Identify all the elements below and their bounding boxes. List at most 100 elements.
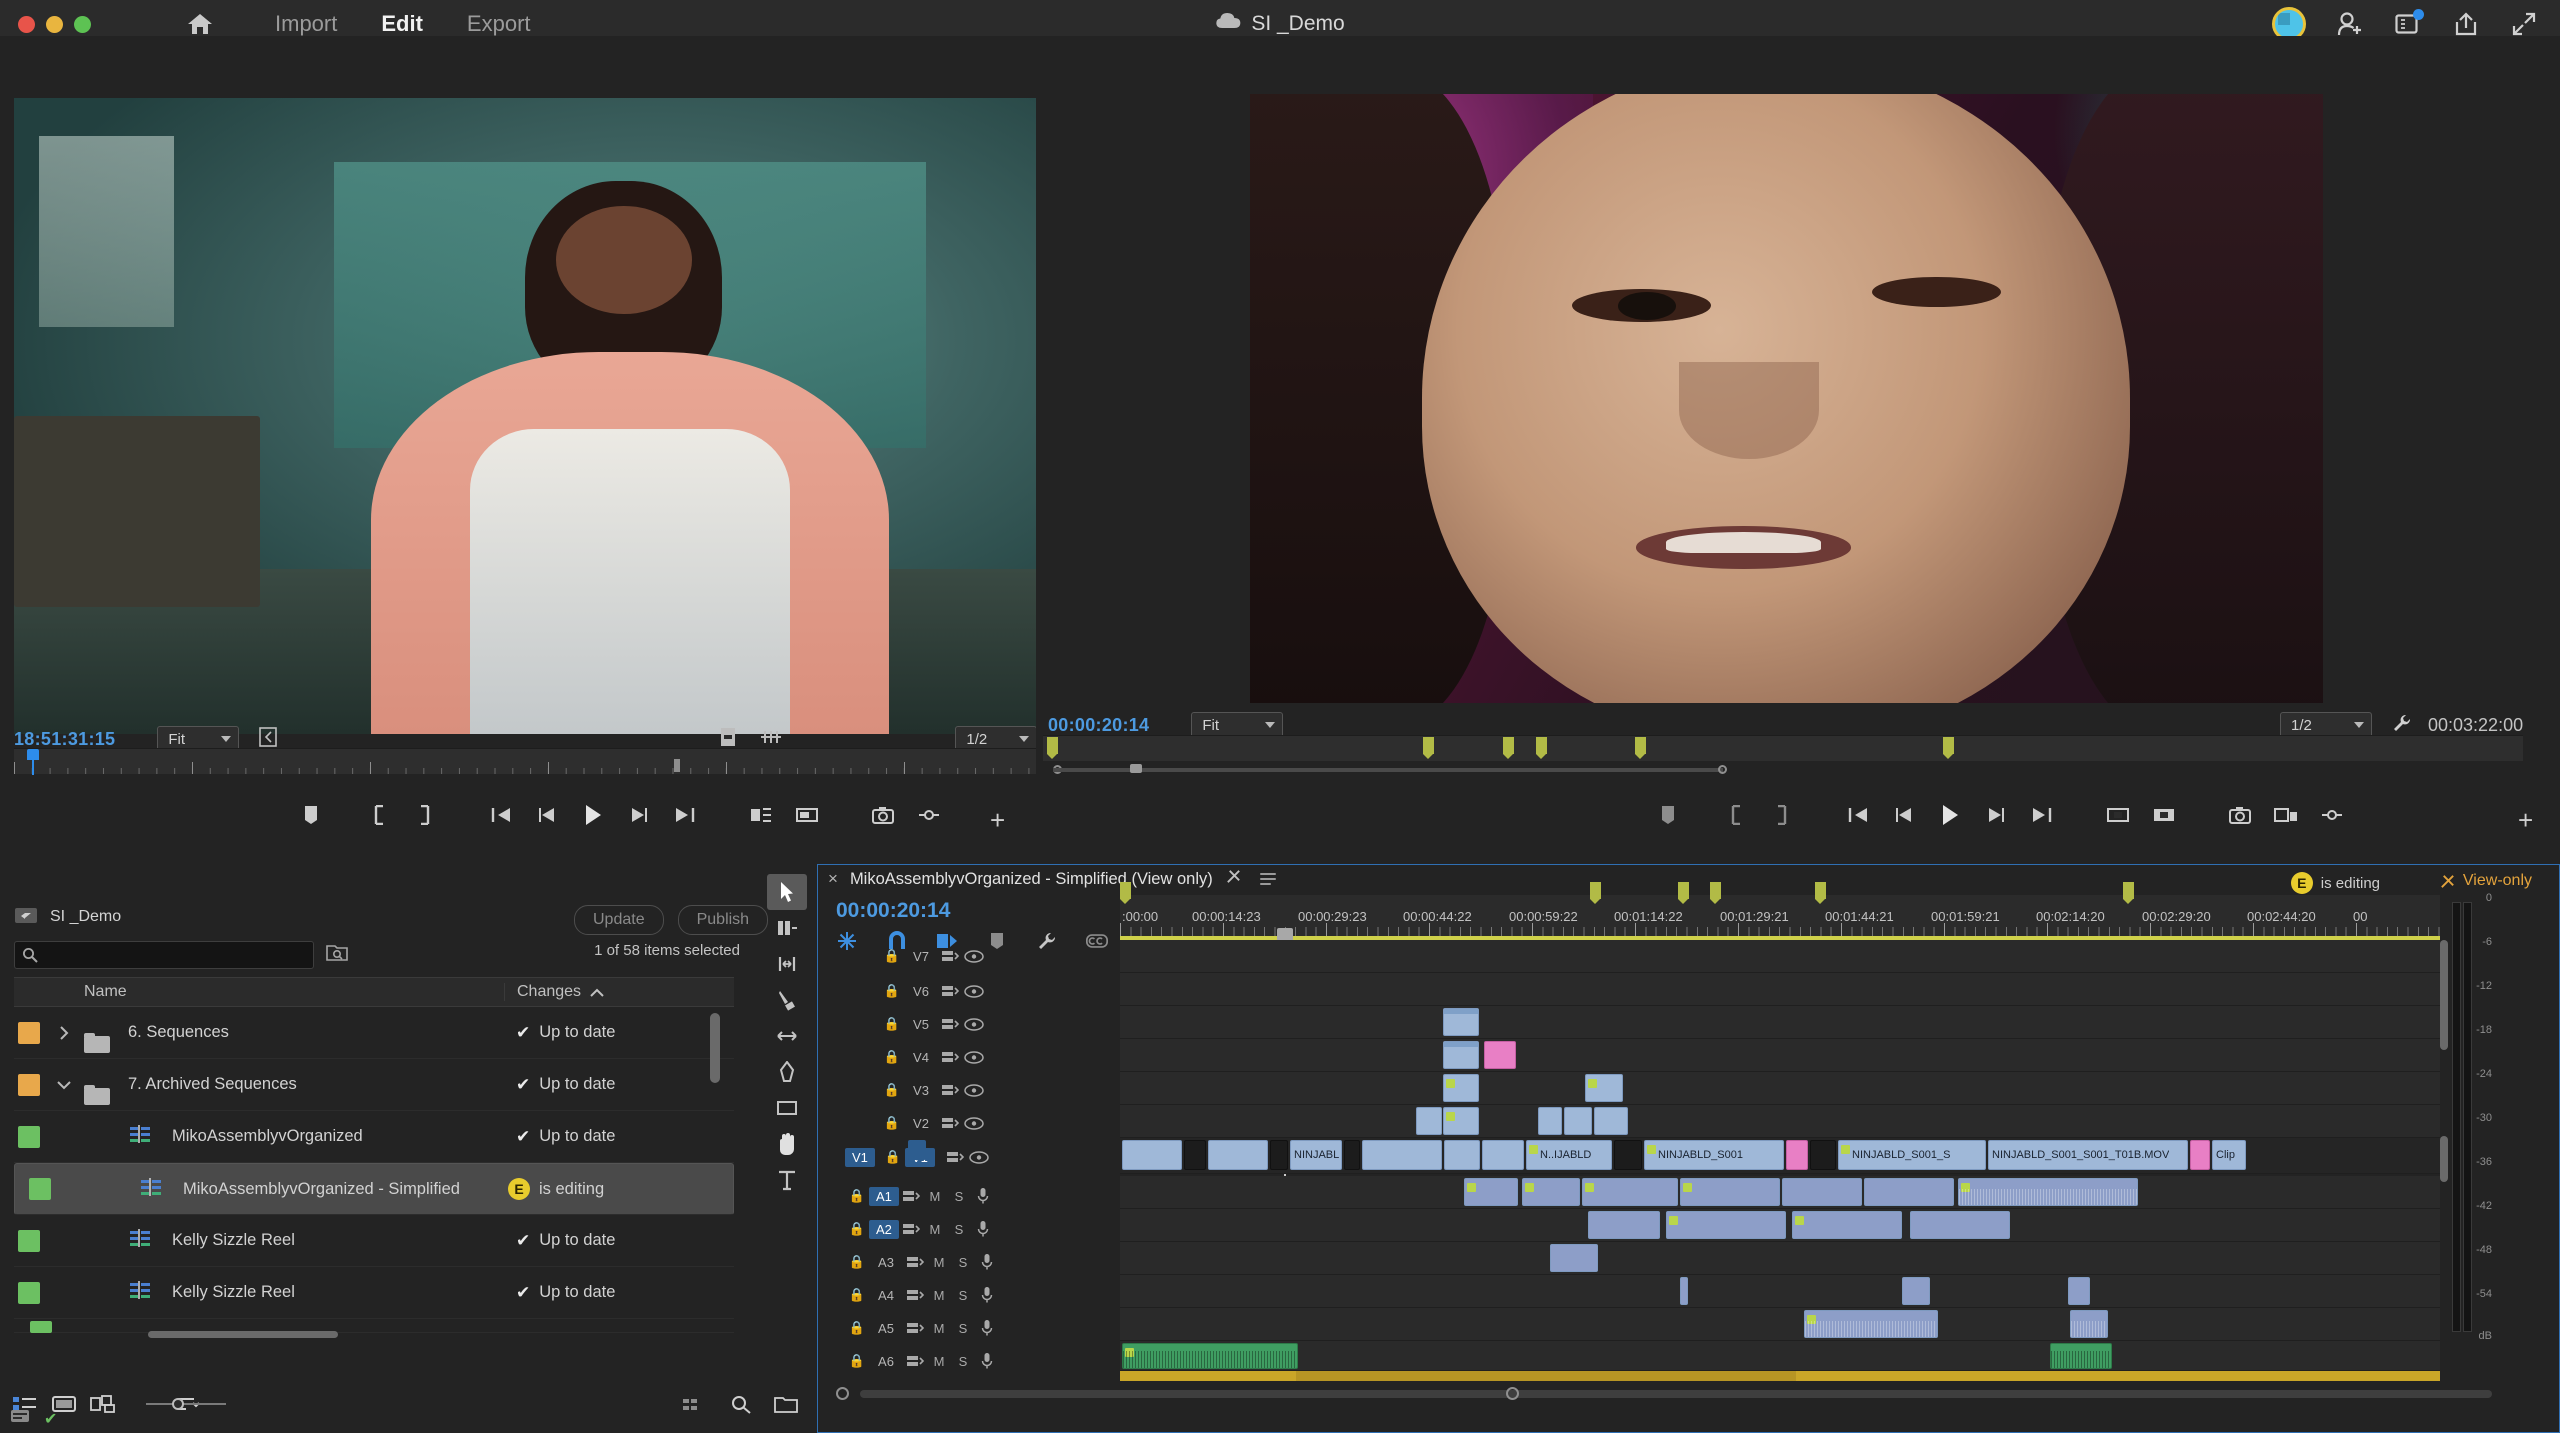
sync-lock-icon[interactable] <box>938 1081 962 1099</box>
solo-track-button[interactable]: S <box>951 1319 975 1337</box>
lock-icon[interactable]: 🔒 <box>845 1286 869 1304</box>
timeline-clip[interactable] <box>1680 1277 1688 1305</box>
mute-track-button[interactable]: M <box>927 1352 951 1370</box>
sync-lock-icon[interactable] <box>903 1253 927 1271</box>
timeline-clip[interactable] <box>1122 1140 1182 1170</box>
timeline-lane-a4[interactable] <box>1120 1275 2440 1308</box>
lock-icon[interactable]: 🔒 <box>845 1319 869 1337</box>
timeline-lane-v7[interactable] <box>1120 940 2440 973</box>
rectangle-tool[interactable] <box>767 1090 807 1126</box>
collapse-arrow-icon[interactable] <box>44 1080 84 1090</box>
voice-record-icon[interactable] <box>971 1220 995 1238</box>
table-row[interactable]: Kelly Sizzle Reel ✔ Up to date <box>14 1267 734 1319</box>
timeline-lane-a1[interactable] <box>1120 1176 2440 1209</box>
timeline-clip[interactable]: NINJABL <box>1290 1140 1342 1170</box>
track-header-a4[interactable]: 🔒 A4 M S <box>845 1279 1080 1311</box>
minimize-window-button[interactable] <box>46 16 63 33</box>
track-header-v6[interactable]: 🔒 V6 <box>880 975 1080 1007</box>
insert-button[interactable] <box>738 792 784 838</box>
lock-icon[interactable]: 🔒 <box>880 1081 904 1099</box>
table-row[interactable]: 7. Archived Sequences ✔ Up to date <box>14 1059 734 1111</box>
mute-track-button[interactable]: M <box>923 1220 947 1238</box>
sync-lock-icon[interactable] <box>938 947 962 965</box>
timeline-clip[interactable] <box>1344 1140 1360 1170</box>
play-button[interactable] <box>1927 792 1973 838</box>
timeline-marker[interactable] <box>1120 882 1131 899</box>
timeline-clip[interactable] <box>1444 1140 1480 1170</box>
track-select-forward-tool[interactable] <box>767 910 807 946</box>
project-horizontal-scrollbar[interactable] <box>148 1331 338 1338</box>
sync-lock-icon[interactable] <box>938 1015 962 1033</box>
timeline-clip[interactable] <box>1416 1107 1442 1135</box>
timeline-marker[interactable] <box>1678 882 1689 899</box>
table-row[interactable]: Kelly Sizzle Reel ✔ Up to date <box>14 1215 734 1267</box>
lock-icon[interactable]: 🔒 <box>880 947 904 965</box>
timeline-clip[interactable] <box>1804 1310 1938 1338</box>
comparison-view-button[interactable] <box>2263 792 2309 838</box>
timeline-clip[interactable] <box>1443 1107 1479 1135</box>
toggle-track-output-icon[interactable] <box>962 1114 986 1132</box>
extract-button[interactable] <box>2141 792 2187 838</box>
program-zoom-scrollbar[interactable] <box>1043 764 2523 776</box>
solo-track-button[interactable]: S <box>951 1286 975 1304</box>
table-row-partial[interactable] <box>14 1319 734 1333</box>
column-header-name[interactable]: Name <box>84 983 504 1001</box>
sync-lock-icon[interactable] <box>938 1114 962 1132</box>
track-header-a6[interactable]: 🔒 A6 M S <box>845 1345 1080 1377</box>
timeline-clip[interactable]: NINJABLD_S001_S001_T01B.MOV <box>1988 1140 2188 1170</box>
sync-status-icon[interactable] <box>10 1408 30 1429</box>
button-editor-button[interactable] <box>2309 792 2355 838</box>
lock-icon[interactable]: 🔒 <box>881 1148 905 1166</box>
mute-track-button[interactable]: M <box>927 1286 951 1304</box>
table-row[interactable]: MikoAssemblyvOrganized - Simplified E is… <box>14 1163 734 1215</box>
home-icon[interactable] <box>187 12 213 36</box>
lock-icon[interactable]: 🔒 <box>845 1352 869 1370</box>
toggle-track-output-icon[interactable] <box>962 1081 986 1099</box>
track-header-v2[interactable]: 🔒 V2 <box>880 1107 1080 1139</box>
timeline-clip[interactable] <box>1443 1074 1479 1102</box>
step-forward-button[interactable] <box>1973 792 2019 838</box>
program-duration-timecode[interactable]: 00:03:22:00 <box>2428 715 2523 736</box>
notifications-icon[interactable] <box>2394 10 2422 38</box>
solo-track-button[interactable]: S <box>947 1187 971 1205</box>
timeline-clip[interactable] <box>2050 1343 2112 1369</box>
timeline-clip[interactable]: N..IJABLD <box>1526 1140 1612 1170</box>
timeline-clip[interactable] <box>1588 1211 1660 1239</box>
lock-icon[interactable]: 🔒 <box>845 1187 869 1205</box>
timeline-clip[interactable] <box>1270 1140 1288 1170</box>
timeline-clip[interactable] <box>1208 1140 1268 1170</box>
track-target-indicator[interactable] <box>908 1140 926 1160</box>
timeline-clip[interactable] <box>1864 1178 1954 1206</box>
timeline-clip[interactable] <box>1443 1008 1479 1036</box>
export-frame-button[interactable] <box>2217 792 2263 838</box>
timeline-clip[interactable] <box>1666 1211 1786 1239</box>
sync-lock-icon[interactable] <box>943 1148 967 1166</box>
timeline-clip[interactable] <box>1484 1041 1516 1069</box>
ripple-edit-tool[interactable] <box>767 946 807 982</box>
toggle-track-output-icon[interactable] <box>962 982 986 1000</box>
timeline-clip[interactable] <box>1614 1140 1642 1170</box>
insert-overwrite-sequence-toggle[interactable] <box>836 930 858 952</box>
timeline-marker[interactable] <box>1943 737 1954 754</box>
timeline-clip[interactable]: Clip <box>2212 1140 2246 1170</box>
timeline-clip[interactable]: NINJABLD_S001_S <box>1838 1140 1986 1170</box>
timeline-clip[interactable] <box>1443 1041 1479 1069</box>
expand-arrow-icon[interactable] <box>44 1026 84 1040</box>
target-track-a1[interactable]: A1 <box>869 1187 899 1206</box>
razor-tool[interactable] <box>767 982 807 1018</box>
source-track-indicator-v1[interactable]: V1 <box>845 1148 875 1167</box>
toggle-track-output-icon[interactable] <box>962 947 986 965</box>
timeline-clip[interactable] <box>1362 1140 1442 1170</box>
go-to-in-button[interactable] <box>1835 792 1881 838</box>
play-button[interactable] <box>570 792 616 838</box>
go-to-in-button[interactable] <box>478 792 524 838</box>
project-vertical-scrollbar[interactable] <box>710 1013 720 1083</box>
timeline-vertical-scrollbar[interactable] <box>2440 940 2448 1050</box>
update-button[interactable]: Update <box>574 905 664 935</box>
timeline-ruler[interactable]: :00:00 00:00:14:23 00:00:29:23 00:00:44:… <box>1120 895 2440 937</box>
timeline-clip[interactable] <box>1792 1211 1902 1239</box>
mark-out-button[interactable] <box>1759 792 1805 838</box>
find-icon[interactable] <box>326 942 348 967</box>
type-tool[interactable] <box>767 1162 807 1198</box>
timeline-clip[interactable] <box>1550 1244 1598 1272</box>
